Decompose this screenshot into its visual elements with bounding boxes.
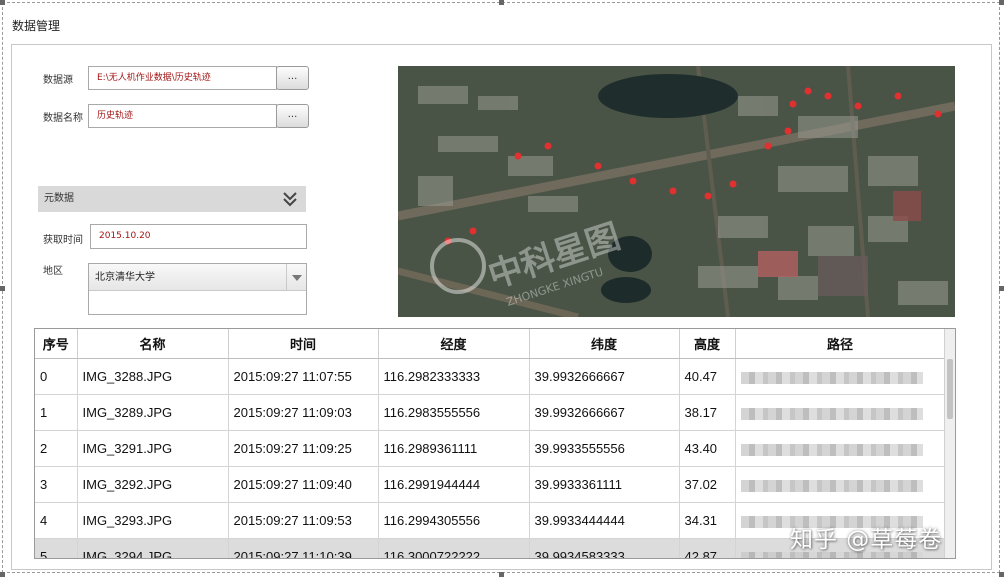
cell-time: 2015:09:27 11:09:25 [228, 430, 379, 467]
data-source-field[interactable]: E:\无人机作业数据\历史轨迹 [88, 66, 277, 90]
table-row[interactable]: 2 IMG_3291.JPG 2015:09:27 11:09:25 116.2… [35, 430, 946, 467]
cell-index: 5 [35, 538, 78, 558]
cell-index: 3 [35, 466, 78, 503]
resize-handle[interactable] [999, 572, 1004, 577]
cell-longitude: 116.2989361111 [378, 430, 530, 467]
cell-longitude: 116.3000722222 [378, 538, 530, 558]
column-header-name[interactable]: 名称 [77, 329, 229, 359]
browse-data-source-button[interactable]: ... [276, 66, 309, 90]
table-header-row: 序号 名称 时间 经度 纬度 高度 路径 [35, 329, 946, 359]
cell-altitude: 38.17 [679, 394, 736, 431]
scrollbar-thumb[interactable] [947, 359, 953, 419]
cell-time: 2015:09:27 11:09:53 [228, 502, 379, 539]
region-selected-value[interactable]: 北京清华大学 [89, 264, 306, 291]
cell-altitude: 43.40 [679, 430, 736, 467]
cell-altitude: 37.02 [679, 466, 736, 503]
column-header-time[interactable]: 时间 [228, 329, 379, 359]
resize-handle[interactable] [0, 572, 5, 577]
redacted-path [740, 479, 923, 492]
column-header-altitude[interactable]: 高度 [679, 329, 736, 359]
cell-longitude: 116.2991944444 [378, 466, 530, 503]
cell-latitude: 39.9934583333 [529, 538, 680, 558]
data-name-field[interactable]: 历史轨迹 [88, 104, 277, 128]
cell-longitude: 116.2983555556 [378, 394, 530, 431]
cell-path-redacted [735, 358, 946, 395]
table-row[interactable]: 0 IMG_3288.JPG 2015:09:27 11:07:55 116.2… [35, 358, 946, 395]
cell-altitude: 42.87 [679, 538, 736, 558]
redacted-path [740, 407, 923, 420]
cell-latitude: 39.9932666667 [529, 358, 680, 395]
cell-latitude: 39.9933444444 [529, 502, 680, 539]
resize-handle[interactable] [0, 0, 5, 5]
cell-index: 0 [35, 358, 78, 395]
cell-latitude: 39.9932666667 [529, 394, 680, 431]
redacted-path [740, 371, 923, 384]
cell-latitude: 39.9933555556 [529, 430, 680, 467]
cell-index: 2 [35, 430, 78, 467]
column-header-index[interactable]: 序号 [35, 329, 78, 359]
window-title: 数据管理 [12, 19, 61, 33]
resize-handle[interactable] [999, 0, 1004, 5]
redacted-path [740, 443, 923, 456]
metadata-section-header[interactable]: 元数据 [38, 186, 306, 212]
table-row[interactable]: 3 IMG_3292.JPG 2015:09:27 11:09:40 116.2… [35, 466, 946, 503]
data-name-label: 数据名称 [43, 113, 83, 124]
resize-handle[interactable] [0, 286, 5, 291]
cell-latitude: 39.9933361111 [529, 466, 680, 503]
cell-index: 4 [35, 502, 78, 539]
double-chevron-down-icon[interactable] [282, 190, 298, 208]
satellite-map[interactable]: 中科星图 ZHONGKE XINGTU [398, 66, 955, 317]
resize-handle[interactable] [499, 572, 504, 577]
table-scrollbar[interactable] [944, 329, 955, 558]
source-watermark: 知乎 @草莓卷 [790, 527, 943, 553]
chevron-down-icon[interactable] [286, 264, 306, 291]
cell-path-redacted [735, 394, 946, 431]
cell-name: IMG_3288.JPG [77, 358, 229, 395]
map-image: 中科星图 ZHONGKE XINGTU [398, 66, 955, 317]
cell-altitude: 34.31 [679, 502, 736, 539]
cell-time: 2015:09:27 11:07:55 [228, 358, 379, 395]
column-header-longitude[interactable]: 经度 [378, 329, 530, 359]
cell-path-redacted [735, 466, 946, 503]
cell-path-redacted [735, 430, 946, 467]
region-select[interactable]: 北京清华大学 [88, 263, 307, 315]
table-row[interactable]: 1 IMG_3289.JPG 2015:09:27 11:09:03 116.2… [35, 394, 946, 431]
cell-name: IMG_3291.JPG [77, 430, 229, 467]
cell-name: IMG_3289.JPG [77, 394, 229, 431]
column-header-path[interactable]: 路径 [735, 329, 946, 359]
data-source-label: 数据源 [43, 75, 73, 86]
cell-name: IMG_3293.JPG [77, 502, 229, 539]
acquire-time-field[interactable]: 2015.10.20 [90, 224, 307, 249]
acquire-time-label: 获取时间 [43, 235, 83, 246]
cell-name: IMG_3292.JPG [77, 466, 229, 503]
cell-altitude: 40.47 [679, 358, 736, 395]
resize-handle[interactable] [499, 0, 504, 5]
browse-data-name-button[interactable]: ... [276, 104, 309, 128]
cell-longitude: 116.2982333333 [378, 358, 530, 395]
column-header-latitude[interactable]: 纬度 [529, 329, 680, 359]
cell-name: IMG_3294.JPG [77, 538, 229, 558]
cell-time: 2015:09:27 11:09:03 [228, 394, 379, 431]
cell-time: 2015:09:27 11:10:39 [228, 538, 379, 558]
cell-longitude: 116.2994305556 [378, 502, 530, 539]
cell-index: 1 [35, 394, 78, 431]
resize-handle[interactable] [999, 286, 1004, 291]
cell-time: 2015:09:27 11:09:40 [228, 466, 379, 503]
region-label: 地区 [43, 266, 63, 277]
metadata-header-label: 元数据 [44, 193, 74, 204]
